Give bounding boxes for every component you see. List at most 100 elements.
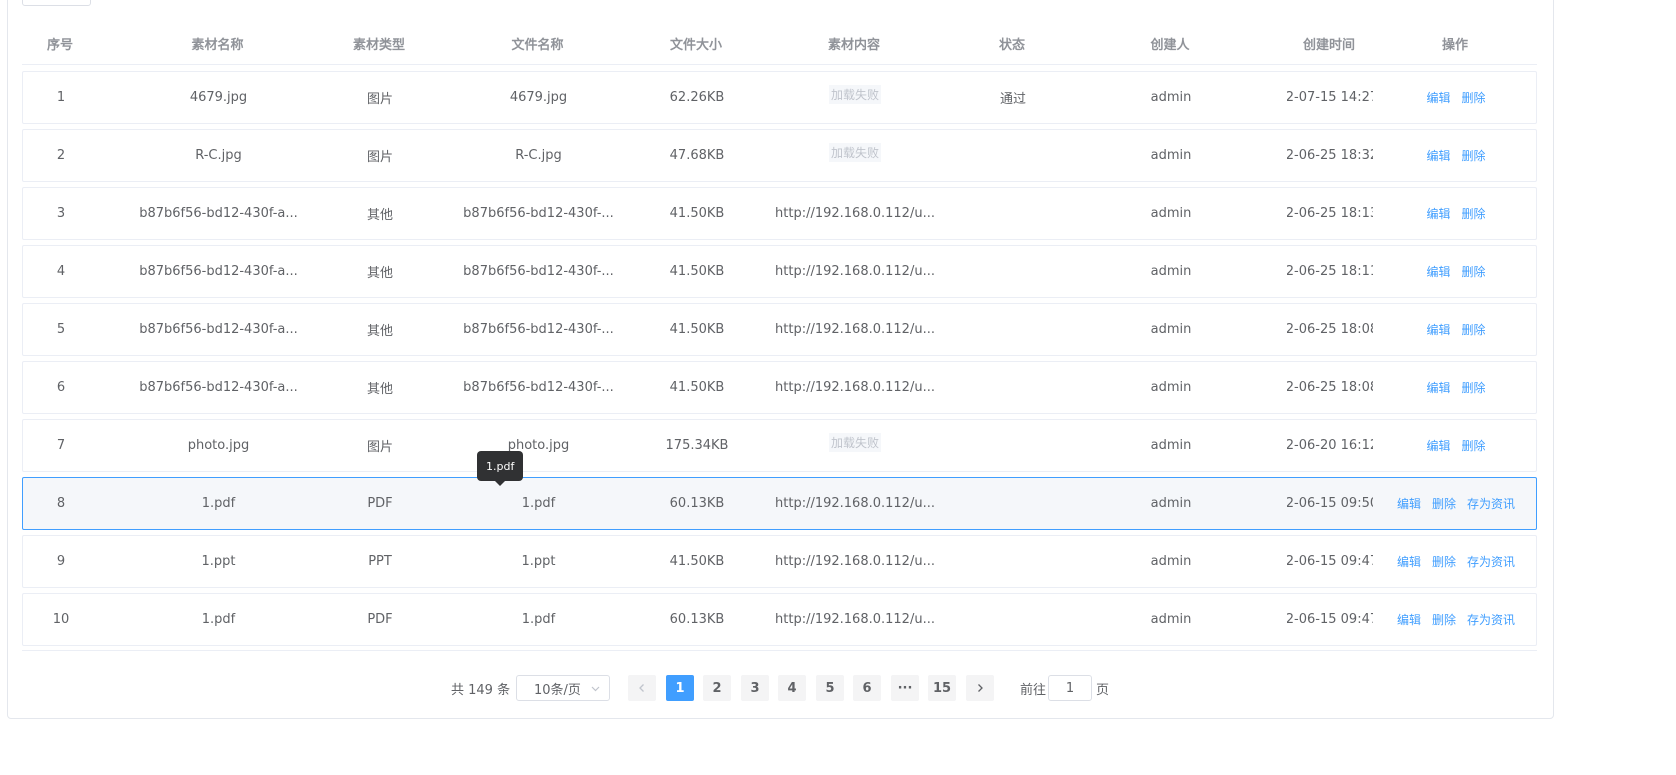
actions-cell: 编辑 删除 — [1373, 72, 1539, 123]
row-index-cell: 4 — [23, 246, 99, 297]
edit-link[interactable]: 编辑 — [1426, 263, 1450, 280]
save-as-news-link[interactable]: 存为资讯 — [1467, 611, 1515, 628]
file-size-cell: 175.34KB — [655, 420, 739, 471]
file-size-cell: 60.13KB — [655, 594, 739, 645]
delete-link[interactable]: 删除 — [1462, 89, 1486, 106]
actions-cell: 编辑 删除 — [1373, 188, 1539, 239]
edit-link[interactable]: 编辑 — [1397, 611, 1421, 628]
edit-link[interactable]: 编辑 — [1426, 321, 1450, 338]
material-type-cell: 其他 — [338, 246, 422, 297]
delete-link[interactable]: 删除 — [1462, 437, 1486, 454]
row-index-cell: 5 — [23, 304, 99, 355]
file-name-cell: photo.jpg — [422, 420, 655, 471]
table-row[interactable]: 4 b87b6f56-bd12-430f-a... 其他 b87b6f56-bd12-… — [22, 245, 1537, 298]
table-divider — [22, 650, 1537, 651]
material-content-cell: http://192.168.0.112/u... — [739, 246, 971, 297]
created-time-cell: 2022-06-25 18:11:26 — [1287, 246, 1373, 297]
delete-link[interactable]: 删除 — [1462, 379, 1486, 396]
table-row[interactable]: 5 b87b6f56-bd12-430f-a... 其他 b87b6f56-bd12-… — [22, 303, 1537, 356]
row-index: 4 — [56, 264, 66, 279]
edit-link[interactable]: 编辑 — [1426, 205, 1450, 222]
created-time-cell: 2022-06-20 16:12:01 — [1287, 420, 1373, 471]
material-type-cell: 图片 — [338, 420, 422, 471]
material-name: b87b6f56-bd12-430f-a... — [139, 380, 298, 395]
created-time: 2022-06-25 18:08:31 — [1287, 322, 1373, 337]
table-row[interactable]: 8 1.pdf PDF 1.pdf 60.13KB http://192.168.0.11… — [22, 477, 1537, 530]
goto-page-input[interactable]: 1 — [1048, 675, 1092, 701]
delete-link[interactable]: 删除 — [1462, 321, 1486, 338]
page-button-6[interactable]: 6 — [853, 675, 881, 701]
save-as-news-link[interactable]: 存为资讯 — [1467, 553, 1515, 570]
table-row[interactable]: 7 photo.jpg 图片 photo.jpg 175.34KB 加载失败 admin 20… — [22, 419, 1537, 472]
table-row[interactable]: 2 R-C.jpg 图片 R-C.jpg 47.68KB 加载失败 admin 2022-06… — [22, 129, 1537, 182]
save-as-news-link[interactable]: 存为资讯 — [1467, 495, 1515, 512]
table-row[interactable]: 9 1.ppt PPT 1.ppt 41.50KB http://192.168.0.11… — [22, 535, 1537, 588]
table-row[interactable]: 6 b87b6f56-bd12-430f-a... 其他 b87b6f56-bd12-… — [22, 361, 1537, 414]
file-size: 41.50KB — [669, 554, 725, 569]
table-row[interactable]: 1 4679.jpg 图片 4679.jpg 62.26KB 加载失败 通过 admin 202… — [22, 71, 1537, 124]
pagination: 共 149 条 10条/页 1 2 3 4 5 6 ··· 15 前往 1 页 — [0, 675, 1676, 701]
material-name: 4679.jpg — [189, 90, 248, 105]
file-name-cell: R-C.jpg — [422, 130, 655, 181]
page-button-4[interactable]: 4 — [778, 675, 806, 701]
row-index: 6 — [56, 380, 66, 395]
creator-cell: admin — [1055, 188, 1287, 239]
toolbar-button-partial[interactable] — [22, 0, 91, 6]
row-index-cell: 7 — [23, 420, 99, 471]
row-index-cell: 1 — [23, 72, 99, 123]
page-button-3[interactable]: 3 — [741, 675, 769, 701]
delete-link[interactable]: 删除 — [1432, 553, 1456, 570]
table-row[interactable]: 10 1.pdf PDF 1.pdf 60.13KB http://192.168.0.1… — [22, 593, 1537, 646]
material-name: b87b6f56-bd12-430f-a... — [139, 206, 298, 221]
row-index: 10 — [52, 612, 70, 627]
delete-link[interactable]: 删除 — [1462, 147, 1486, 164]
created-time-cell: 2022-07-15 14:27:16 — [1287, 72, 1373, 123]
file-size: 41.50KB — [669, 264, 725, 279]
delete-link[interactable]: 删除 — [1432, 495, 1456, 512]
created-time: 2022-06-15 09:47:45 — [1287, 554, 1373, 569]
prev-page-button[interactable] — [628, 675, 656, 701]
material-content-cell: http://192.168.0.112/u... — [739, 594, 971, 645]
material-content: http://192.168.0.112/u... — [775, 380, 935, 395]
edit-link[interactable]: 编辑 — [1397, 553, 1421, 570]
edit-link[interactable]: 编辑 — [1426, 379, 1450, 396]
creator: admin — [1150, 554, 1192, 569]
status-text-cell — [971, 246, 1055, 297]
actions-cell: 编辑 删除 — [1373, 420, 1539, 471]
delete-link[interactable]: 删除 — [1432, 611, 1456, 628]
edit-link[interactable]: 编辑 — [1426, 89, 1450, 106]
page-size-select[interactable]: 10条/页 — [516, 675, 610, 701]
status-text-cell — [971, 304, 1055, 355]
status-text-cell — [971, 362, 1055, 413]
table-row[interactable]: 3 b87b6f56-bd12-430f-a... 其他 b87b6f56-bd12-… — [22, 187, 1537, 240]
material-type: 图片 — [366, 150, 393, 165]
more-pages-button[interactable]: ··· — [891, 675, 919, 701]
column-header: 素材内容 — [827, 37, 880, 53]
file-size-cell: 41.50KB — [655, 536, 739, 587]
creator-cell: admin — [1055, 420, 1287, 471]
page-button-5[interactable]: 5 — [816, 675, 844, 701]
edit-link[interactable]: 编辑 — [1426, 437, 1450, 454]
next-page-button[interactable] — [966, 675, 994, 701]
page-button-1[interactable]: 1 — [666, 675, 694, 701]
file-size-cell: 41.50KB — [655, 362, 739, 413]
page-button-2[interactable]: 2 — [703, 675, 731, 701]
file-size: 175.34KB — [665, 438, 729, 453]
creator-cell: admin — [1055, 594, 1287, 645]
status-text-cell — [971, 420, 1055, 471]
delete-link[interactable]: 删除 — [1462, 263, 1486, 280]
material-type-cell: PDF — [338, 478, 422, 529]
created-time: 2022-06-20 16:12:01 — [1287, 438, 1373, 453]
chevron-left-icon — [639, 684, 644, 692]
edit-link[interactable]: 编辑 — [1426, 147, 1450, 164]
created-time-cell: 2022-06-25 18:32:57 — [1287, 130, 1373, 181]
edit-link[interactable]: 编辑 — [1397, 495, 1421, 512]
file-size: 41.50KB — [669, 206, 725, 221]
delete-link[interactable]: 删除 — [1462, 205, 1486, 222]
file-name: 1.pdf — [521, 612, 556, 627]
creator: admin — [1150, 612, 1192, 627]
column-header: 状态 — [998, 37, 1025, 53]
page-button-15[interactable]: 15 — [928, 675, 956, 701]
material-name-cell: photo.jpg — [99, 420, 338, 471]
created-time: 2022-07-15 14:27:16 — [1287, 90, 1373, 105]
